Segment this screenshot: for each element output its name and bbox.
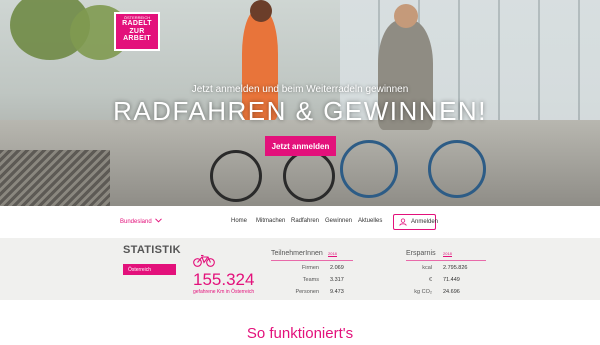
- bike-wheel: [210, 150, 262, 202]
- radelt-zur-arbeit-logo[interactable]: ÖSTERREICH RADELT ZUR ARBEIT: [114, 12, 160, 51]
- participants-row-value: 9.473: [330, 289, 344, 295]
- nav-item-aktuelles[interactable]: Aktuelles: [358, 218, 382, 224]
- total-km-caption: gefahrene Km in Österreich: [193, 289, 255, 295]
- divider: [406, 260, 486, 261]
- user-icon: [399, 218, 407, 226]
- how-it-works-heading: So funktioniert's: [246, 325, 354, 342]
- participants-year-tab[interactable]: 2018: [328, 251, 337, 257]
- statistics-title: STATISTIK: [123, 244, 181, 256]
- nav-item-gewinnen[interactable]: Gewinnen: [325, 218, 352, 224]
- hero-subtitle: Jetzt anmelden und beim Weiterradeln gew…: [191, 84, 409, 95]
- main-navigation: Bundesland Home Mitmachen Radfahren Gewi…: [0, 206, 600, 239]
- total-km-value: 155.324: [193, 270, 255, 289]
- participants-row-label: Teams: [302, 277, 319, 283]
- region-dropdown-label: Bundesland: [120, 219, 152, 225]
- participants-row-label: Personen: [295, 289, 319, 295]
- bicycle-icon: [193, 254, 215, 267]
- man-head: [394, 4, 418, 28]
- woman-head: [250, 0, 272, 22]
- divider: [271, 260, 353, 261]
- savings-title: Ersparnis: [406, 250, 436, 257]
- region-dropdown[interactable]: Bundesland: [120, 218, 163, 225]
- nav-item-mitmachen[interactable]: Mitmachen: [256, 218, 285, 224]
- participants-title: TeilnehmerInnen: [271, 250, 323, 257]
- login-label: Anmelden: [411, 219, 439, 225]
- logo-line: ARBEIT: [123, 35, 151, 42]
- bike-wheel: [428, 140, 486, 198]
- savings-row-label: kg CO₂: [414, 289, 432, 295]
- chevron-down-icon: [155, 218, 163, 223]
- savings-row-label: €: [428, 277, 432, 283]
- logo-line: RADELT: [122, 20, 152, 27]
- bike-wheel: [340, 140, 398, 198]
- hero-banner: ÖSTERREICH RADELT ZUR ARBEIT Jetzt anmel…: [0, 0, 600, 206]
- nav-item-home[interactable]: Home: [231, 218, 247, 224]
- participants-row-value: 3.317: [330, 277, 344, 283]
- savings-row-label: kcal: [422, 265, 432, 271]
- hero-title: RADFAHREN & GEWINNEN!: [113, 96, 487, 126]
- login-button[interactable]: Anmelden: [393, 214, 439, 230]
- logo-line: ZUR: [129, 27, 145, 35]
- statistics-panel: STATISTIK Österreich 155.324 gefahrene K…: [0, 238, 600, 300]
- region-select[interactable]: Österreich: [123, 264, 176, 275]
- participants-row-value: 2.069: [330, 265, 344, 271]
- bike-wheel: [283, 150, 335, 202]
- savings-row-value: 71.449: [443, 277, 460, 283]
- savings-row-value: 2.795.826: [443, 265, 468, 271]
- participants-row-label: Firmen: [301, 265, 319, 271]
- tree-grate: [0, 150, 110, 206]
- nav-item-radfahren[interactable]: Radfahren: [291, 218, 319, 224]
- savings-row-value: 24.696: [443, 289, 460, 295]
- savings-year-tab[interactable]: 2018: [443, 251, 452, 257]
- register-now-button[interactable]: Jetzt anmelden: [265, 136, 336, 156]
